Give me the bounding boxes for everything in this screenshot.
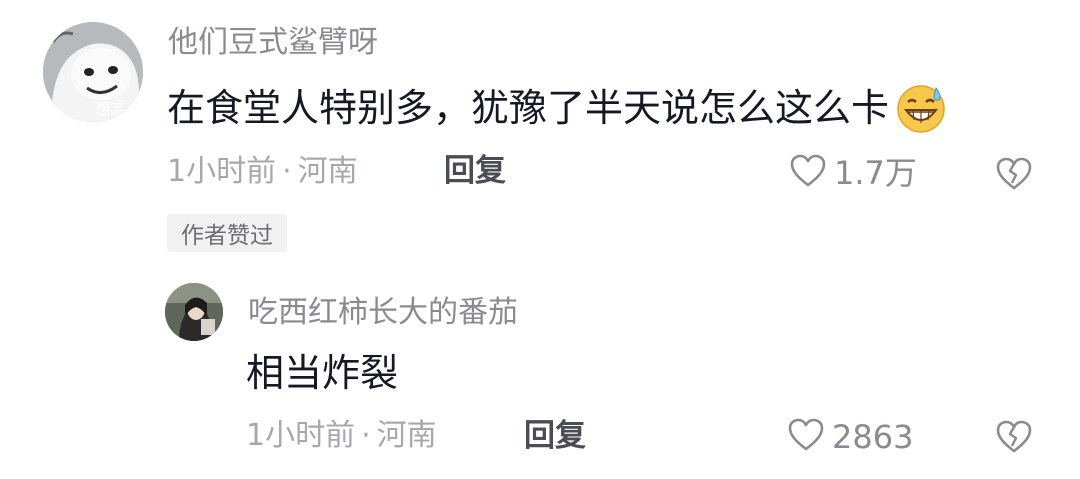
reply-username[interactable]: 吃西红柿长大的番茄 [248, 298, 518, 328]
comment-location: 河南 [297, 154, 358, 189]
heart-outline-icon [790, 154, 826, 192]
reply-location: 河南 [376, 418, 437, 453]
reply-time: 1小时前 [246, 418, 356, 453]
svg-text:想笑: 想笑 [95, 100, 125, 118]
meta-separator: · [282, 154, 292, 189]
grinning-sweat-emoji [895, 82, 947, 134]
heart-outline-icon [788, 418, 824, 456]
like-count: 1.7万 [834, 154, 917, 192]
reply-reply-button[interactable]: 回复 [524, 421, 586, 452]
reply-avatar[interactable] [165, 283, 223, 341]
comment-content: 在食堂人特别多，犹豫了半天说怎么这么卡 [167, 82, 947, 134]
avatar[interactable]: 想笑 [43, 22, 143, 122]
reply-dislike-button[interactable] [995, 420, 1033, 458]
author-liked-badge: 作者赞过 [167, 214, 287, 252]
reply-like-button[interactable]: 2863 [788, 418, 913, 456]
dislike-button[interactable] [995, 157, 1033, 195]
broken-heart-icon [995, 157, 1033, 195]
comment-time: 1小时前 [167, 154, 277, 189]
comment-text: 在食堂人特别多，犹豫了半天说怎么这么卡 [167, 86, 890, 130]
comment-meta: 1小时前 · 河南 [167, 157, 358, 187]
meta-separator: · [361, 418, 371, 453]
reply-like-count: 2863 [832, 418, 914, 456]
like-button[interactable]: 1.7万 [790, 154, 917, 192]
comment-username[interactable]: 他们豆式鲨臂呀 [168, 28, 378, 58]
reply-button[interactable]: 回复 [444, 156, 506, 187]
reply-meta: 1小时前 · 河南 [246, 421, 437, 451]
reply-text: 相当炸裂 [246, 351, 399, 395]
broken-heart-icon [995, 420, 1033, 458]
